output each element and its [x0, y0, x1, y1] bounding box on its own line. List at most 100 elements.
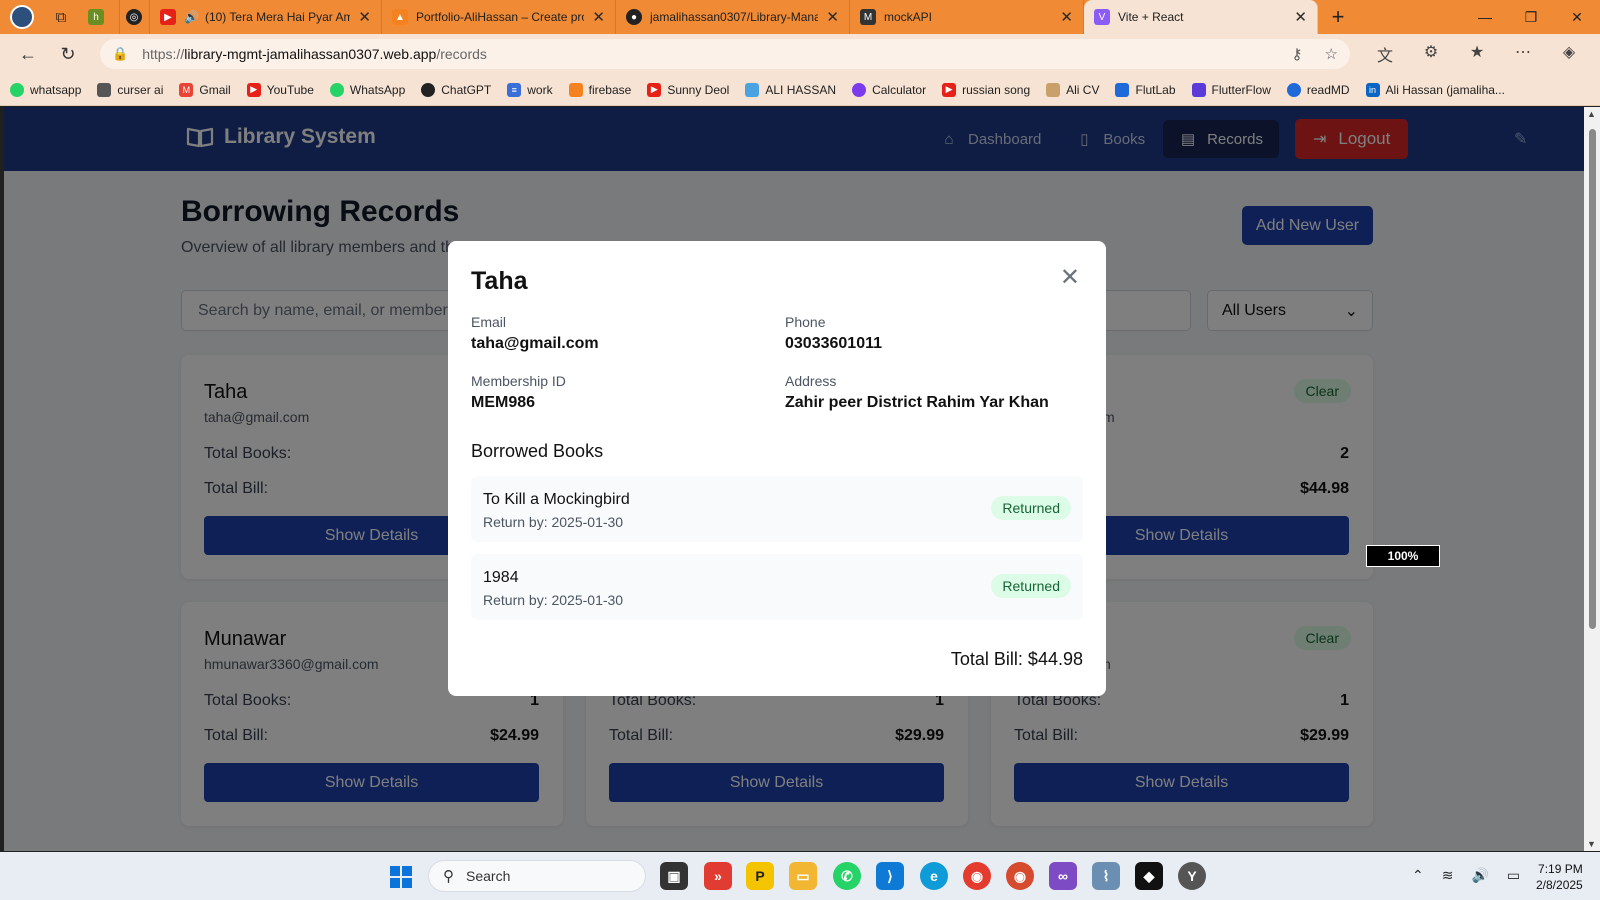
whatsapp-icon — [329, 82, 344, 97]
url-host: library-mgmt-jamalihassan0307.web.app — [184, 46, 437, 62]
extensions-icon[interactable]: ⚙ — [1408, 42, 1454, 66]
chart-app-icon[interactable]: ⌇ — [1092, 862, 1120, 890]
address-label: Address — [785, 373, 837, 389]
minimize-icon[interactable]: — — [1462, 0, 1508, 34]
bookmarks-bar: whatsapp curser ai M Gmail ▶ YouTube Whats… — [0, 74, 1600, 106]
tab-github[interactable]: ● jamalihassan0307/Library-Manag ✕ — [616, 0, 850, 34]
windows-start-icon[interactable] — [390, 866, 412, 888]
audio-icon[interactable]: 🔊 — [184, 10, 199, 24]
web-page: Library System ⌂Dashboard ▯Books ▤Record… — [4, 107, 1584, 851]
task-view-icon[interactable]: ▣ — [660, 862, 688, 890]
bookmark-item[interactable]: whatsapp — [10, 82, 82, 97]
file-explorer-icon[interactable]: ▭ — [789, 862, 817, 890]
tab-firebase[interactable]: ▲ Portfolio-AliHassan – Create proje ✕ — [382, 0, 616, 34]
bookmark-item[interactable]: curser ai — [97, 82, 163, 97]
bookmark-item[interactable]: ALI HASSAN — [745, 82, 836, 97]
tab-vite-react[interactable]: V Vite + React ✕ — [1084, 0, 1318, 34]
bookmark-label: work — [527, 82, 553, 97]
close-tab-icon[interactable]: ✕ — [358, 8, 371, 26]
close-tab-icon[interactable]: ✕ — [1060, 8, 1073, 26]
borrowed-books-heading: Borrowed Books — [471, 441, 604, 461]
chrome-icon[interactable]: ◉ — [963, 862, 991, 890]
scroll-up-icon[interactable]: ▲ — [1587, 109, 1596, 119]
vscode-icon[interactable]: ⟩ — [876, 862, 904, 890]
taskbar-search-label: Search — [466, 868, 511, 884]
favorites-icon[interactable]: ★ — [1454, 42, 1500, 66]
chrome-canary-icon[interactable]: ◉ — [1006, 862, 1034, 890]
bookmark-label: Calculator — [872, 82, 927, 97]
scroll-thumb[interactable] — [1589, 129, 1596, 629]
bookmark-item[interactable]: ▶ Sunny Deol — [647, 82, 730, 97]
tab-youtube[interactable]: ▶ 🔊 (10) Tera Mera Hai Pyar Ama ✕ — [150, 0, 382, 34]
bookmark-label: whatsapp — [30, 82, 82, 97]
return-date: Return by: 2025-01-30 — [483, 592, 624, 608]
bookmark-label: Sunny Deol — [667, 82, 730, 97]
translate-icon[interactable]: 文 — [1362, 42, 1408, 66]
vite-icon: V — [1094, 9, 1110, 25]
bookmark-item[interactable]: ≡ work — [507, 82, 553, 97]
app-icon[interactable]: Y — [1178, 862, 1206, 890]
workspaces-icon[interactable]: ⧉ — [44, 0, 78, 34]
bookmark-item[interactable]: ▶ YouTube — [246, 82, 314, 97]
profile-button[interactable] — [0, 0, 44, 34]
battery-icon[interactable]: ▭ — [1507, 867, 1520, 884]
phone-label: Phone — [785, 314, 826, 330]
close-tab-icon[interactable]: ✕ — [1294, 8, 1307, 26]
bookmark-item[interactable]: M Gmail — [179, 82, 231, 97]
bookmark-label: YouTube — [266, 82, 314, 97]
avatar — [10, 5, 34, 29]
return-date: Return by: 2025-01-30 — [483, 514, 624, 530]
whatsapp-icon — [10, 82, 24, 97]
edge-icon[interactable]: e — [920, 862, 948, 890]
cursor-icon — [97, 82, 112, 97]
bookmark-item[interactable]: WhatsApp — [329, 82, 405, 97]
close-window-icon[interactable]: ✕ — [1554, 0, 1600, 34]
bookmark-item[interactable]: readMD — [1286, 82, 1350, 97]
more-menu-icon[interactable]: ⋯ — [1500, 42, 1546, 66]
chevron-up-icon[interactable]: ⌃ — [1412, 867, 1424, 884]
tab-mockapi[interactable]: M mockAPI ✕ — [850, 0, 1084, 34]
new-tab-icon[interactable]: + — [1318, 4, 1358, 30]
browser-tab-bar: ⧉ h ◎ ▶ 🔊 (10) Tera Mera Hai Pyar Ama ✕ … — [0, 0, 1600, 34]
tab-pinned[interactable]: h — [78, 0, 120, 34]
volume-icon[interactable]: 🔊 — [1471, 867, 1488, 884]
back-icon[interactable]: ← — [8, 36, 48, 72]
refresh-icon[interactable]: ↻ — [48, 36, 88, 72]
bookmark-label: Gmail — [199, 82, 231, 97]
book-title: To Kill a Mockingbird — [483, 491, 630, 508]
bookmark-item[interactable]: ▶ russian song — [942, 82, 1030, 97]
copilot-icon[interactable]: ◈ — [1546, 42, 1592, 66]
visual-studio-icon[interactable]: ∞ — [1049, 862, 1077, 890]
taskbar-search[interactable]: ⚲ Search — [428, 860, 646, 892]
url-field[interactable]: 🔒 https://library-mgmt-jamalihassan0307.… — [100, 39, 1350, 69]
lock-icon: 🔒 — [112, 46, 129, 61]
taskbar-clock[interactable]: 7:19 PM 2/8/2025 — [1536, 861, 1583, 893]
app-icon[interactable]: ◆ — [1135, 862, 1163, 890]
whatsapp-icon[interactable]: ✆ — [833, 862, 861, 890]
close-tab-icon[interactable]: ✕ — [592, 8, 605, 26]
tab-title: Portfolio-AliHassan – Create proje — [416, 10, 585, 24]
tab-pinned-2[interactable]: ◎ — [120, 0, 150, 34]
wifi-icon[interactable]: ≋ — [1442, 867, 1454, 884]
bookmark-item[interactable]: FlutLab — [1115, 82, 1176, 97]
restore-icon[interactable]: ❐ — [1508, 0, 1554, 34]
bookmark-item[interactable]: FlutterFlow — [1191, 82, 1271, 97]
bookmark-item[interactable]: in Ali Hassan (jamaliha... — [1365, 82, 1505, 97]
favorite-star-icon[interactable]: ☆ — [1325, 45, 1338, 63]
calculator-icon — [852, 82, 867, 97]
app-icon[interactable]: » — [704, 862, 732, 890]
bookmark-item[interactable]: ChatGPT — [421, 82, 491, 97]
status-badge: Returned — [991, 496, 1071, 520]
close-tab-icon[interactable]: ✕ — [826, 8, 839, 26]
scroll-down-icon[interactable]: ▼ — [1587, 839, 1596, 849]
bookmark-item[interactable]: Ali CV — [1046, 82, 1099, 97]
cv-icon — [1046, 82, 1061, 97]
bookmark-item[interactable]: Calculator — [852, 82, 927, 97]
bookmark-item[interactable]: firebase — [568, 82, 631, 97]
close-icon[interactable]: ✕ — [1060, 263, 1080, 292]
tab-title: Vite + React — [1118, 10, 1184, 24]
app-icon[interactable]: P — [746, 862, 774, 890]
key-icon[interactable]: ⚷ — [1292, 45, 1303, 63]
page-scrollbar[interactable]: ▲ ▼ — [1584, 107, 1600, 851]
window-controls: — ❐ ✕ — [1462, 0, 1600, 34]
